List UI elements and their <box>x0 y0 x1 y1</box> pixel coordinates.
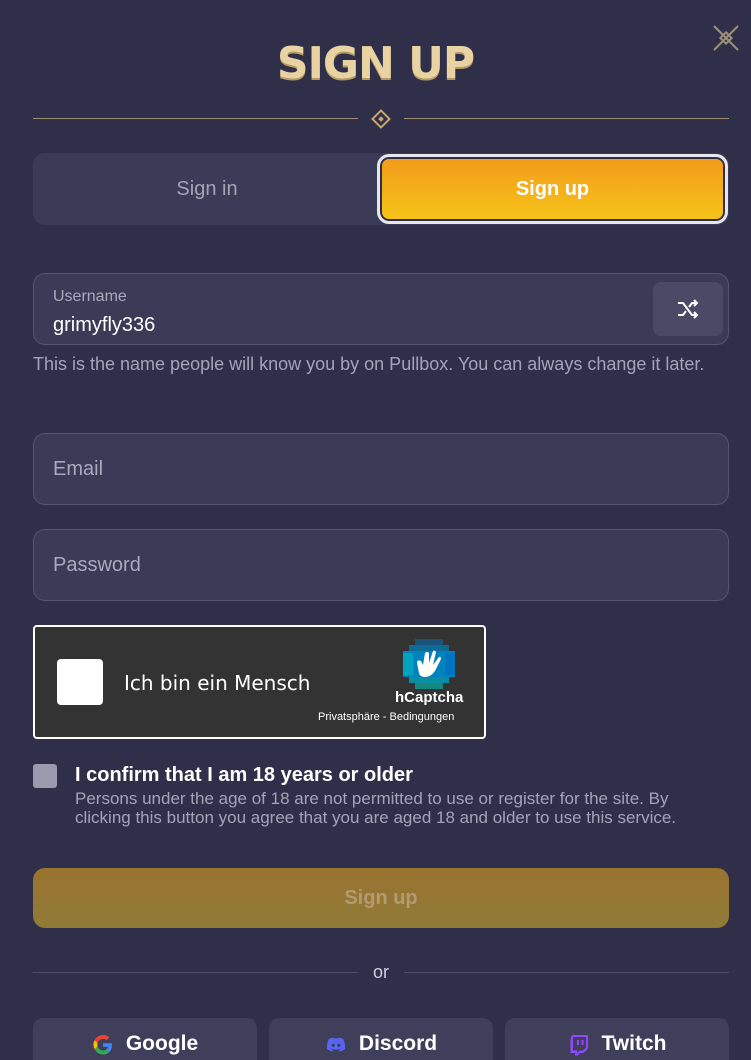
signup-modal: SIGN UP Sign in Sign up Username This is… <box>0 0 751 1060</box>
google-icon <box>93 1035 112 1055</box>
discord-label: Discord <box>358 1032 438 1055</box>
diamond-ornament-icon <box>371 109 391 129</box>
title-divider <box>33 108 729 130</box>
captcha-label: Ich bin ein Mensch <box>124 671 311 695</box>
twitch-login-button[interactable]: Twitch <box>505 1018 729 1060</box>
age-confirm-description: Persons under the age of 18 are not perm… <box>75 789 677 827</box>
randomize-username-button[interactable] <box>653 282 723 336</box>
age-confirm-title: I confirm that I am 18 years or older <box>75 764 413 786</box>
username-input[interactable] <box>53 314 613 337</box>
divider-line-left <box>33 118 358 119</box>
username-label: Username <box>53 288 127 305</box>
discord-login-button[interactable]: Discord <box>269 1018 493 1060</box>
captcha-checkbox[interactable] <box>57 659 103 705</box>
tab-sign-up[interactable]: Sign up <box>377 154 728 224</box>
password-field[interactable] <box>33 529 729 601</box>
twitch-icon <box>570 1035 588 1056</box>
twitch-label: Twitch <box>601 1032 667 1055</box>
captcha-links[interactable]: Privatsphäre - Bedingungen <box>318 711 454 723</box>
sign-up-button[interactable]: Sign up <box>33 868 729 928</box>
google-label: Google <box>125 1032 199 1055</box>
or-line-right <box>404 972 729 973</box>
page-title: SIGN UP <box>276 38 475 89</box>
google-login-button[interactable]: Google <box>33 1018 257 1060</box>
shuffle-icon <box>678 299 699 319</box>
or-divider: or <box>33 960 729 986</box>
hcaptcha-logo-icon <box>403 639 455 689</box>
email-field[interactable] <box>33 433 729 505</box>
auth-tabs: Sign in Sign up <box>33 153 729 225</box>
discord-icon <box>326 1037 345 1052</box>
age-confirm-checkbox[interactable] <box>33 764 57 788</box>
tab-sign-in[interactable]: Sign in <box>33 153 381 225</box>
username-helper-text: This is the name people will know you by… <box>33 354 705 374</box>
hcaptcha-widget: Ich bin ein Mensch hCaptcha Privatsphäre… <box>33 625 486 739</box>
divider-line-right <box>404 118 729 119</box>
username-field: Username <box>33 273 729 345</box>
captcha-brand: hCaptcha <box>395 689 464 706</box>
